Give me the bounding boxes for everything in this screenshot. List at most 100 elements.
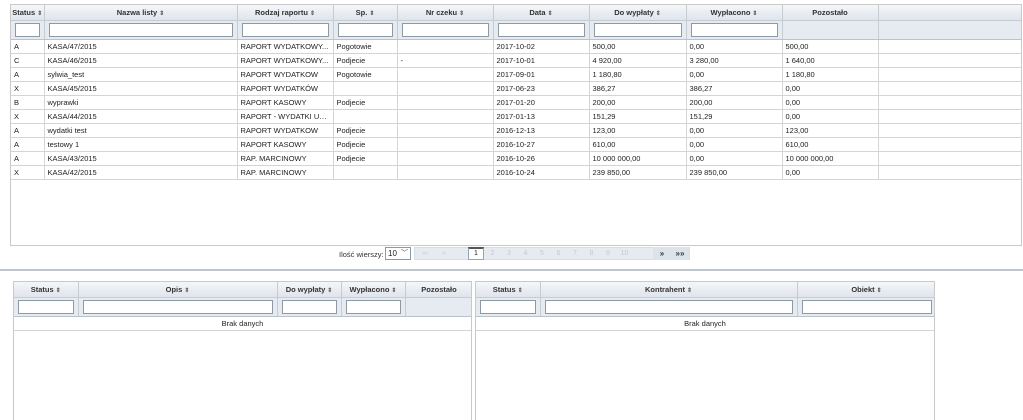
cell-sp: Podjecie: [333, 53, 398, 68]
page-number-7[interactable]: 7: [567, 247, 583, 260]
cell-nazwa-listy: KASA/42/2015: [44, 165, 238, 180]
cell-data: 2017-06-23: [493, 81, 590, 96]
prev-page-button[interactable]: «: [436, 247, 452, 260]
page-number-8[interactable]: 8: [584, 247, 600, 260]
column-header-do-wyplaty[interactable]: Do wypłaty ⇕: [589, 5, 687, 21]
column-header-label: Nr czeku: [425, 7, 458, 17]
table-row[interactable]: Bwyprawki RAPORT KASOWY Podjecie 2017-01-20…: [11, 95, 1021, 110]
column-header-label: Do wypłaty: [285, 284, 326, 294]
cell-wyplacono: 386,27: [686, 81, 783, 96]
table-row[interactable]: C KASA/46/2015 RAPORT WYDATKOWY... Podjecie…: [11, 53, 1021, 68]
sort-icon[interactable]: ⇕: [327, 288, 332, 294]
sort-icon[interactable]: ⇕: [391, 288, 396, 294]
filter-input-opis[interactable]: [82, 299, 273, 314]
cell-status: X: [11, 165, 45, 180]
cell-sp: Pogotowie: [333, 39, 398, 54]
column-header-status[interactable]: Status ⇕: [476, 282, 541, 298]
filter-input-wyplacono[interactable]: [345, 299, 401, 314]
filter-input-nr-czeku[interactable]: [401, 22, 489, 37]
sort-icon[interactable]: ⇕: [310, 11, 315, 17]
column-header-wyplacono[interactable]: Wypłacono ⇕: [341, 282, 406, 298]
filter-input-do-wyplaty[interactable]: [281, 299, 337, 314]
next-page-button[interactable]: »: [653, 247, 671, 260]
page-number-3[interactable]: 3: [501, 247, 517, 260]
sort-icon[interactable]: ⇕: [548, 11, 553, 17]
column-header-rodzaj-raportu[interactable]: Rodzaj raportu ⇕: [237, 5, 334, 21]
sort-icon[interactable]: ⇕: [37, 11, 42, 17]
cell-wyplacono: 239 850,00: [686, 165, 783, 180]
table-row[interactable]: X KASA/45/2015 RAPORT WYDATKÓW 2017-06-23 38…: [11, 81, 1021, 96]
column-header-label: Kontrahent: [644, 284, 685, 294]
cell-filler: [878, 67, 1021, 82]
filter-input-kontrahent[interactable]: [544, 299, 793, 314]
page-number-5[interactable]: 5: [534, 247, 550, 260]
table-row[interactable]: Atestowy 1 RAPORT KASOWY Podjecie 2016-10-2…: [11, 137, 1021, 152]
column-header-kontrahent[interactable]: Kontrahent ⇕: [540, 282, 798, 298]
column-header-sp[interactable]: Sp. ⇕: [333, 5, 398, 21]
cell-pozostalo: 610,00: [782, 137, 879, 152]
sort-icon[interactable]: ⇕: [159, 11, 164, 17]
page-number-4[interactable]: 4: [518, 247, 534, 260]
sort-icon[interactable]: ⇕: [369, 11, 374, 17]
filter-input-obiekt[interactable]: [801, 299, 932, 314]
page-number-2[interactable]: 2: [485, 247, 501, 260]
page-number-1[interactable]: 1: [468, 247, 484, 260]
filter-input-status[interactable]: [18, 299, 74, 314]
column-header-nr-czeku[interactable]: Nr czeku ⇕: [397, 5, 494, 21]
last-page-button[interactable]: »»: [671, 247, 689, 260]
rows-per-page-select[interactable]: 10 ﹀: [385, 247, 411, 260]
filter-input-data[interactable]: [497, 22, 585, 37]
sort-icon[interactable]: ⇕: [752, 11, 757, 17]
filter-input-rodzaj-raportu[interactable]: [241, 22, 329, 37]
filter-cell-status: [14, 297, 79, 317]
page-number-10[interactable]: 10: [617, 247, 633, 260]
cell-pozostalo: 1 180,80: [782, 67, 879, 82]
table-row[interactable]: X KASA/44/2015 RAPORT - WYDATKI UR... 2017-…: [11, 109, 1021, 124]
table-row[interactable]: X KASA/42/2015 RAP. MARCINOWY 2016-10-24 239…: [11, 165, 1021, 180]
filter-input-status[interactable]: [480, 299, 536, 314]
cell-nr-czeku: [397, 67, 494, 82]
column-header-obiekt[interactable]: Obiekt ⇕: [797, 282, 934, 298]
column-header-do-wyplaty[interactable]: Do wypłaty ⇕: [277, 282, 342, 298]
column-header-label: Nazwa listy: [116, 7, 158, 17]
sort-icon[interactable]: ⇕: [56, 288, 61, 294]
column-header-status[interactable]: Status ⇕: [11, 5, 45, 21]
page-number-9[interactable]: 9: [600, 247, 616, 260]
filter-input-wyplacono[interactable]: [690, 22, 778, 37]
sort-icon[interactable]: ⇕: [656, 11, 661, 17]
table-row[interactable]: A KASA/43/2015 RAP. MARCINOWY Podjecie 2016-…: [11, 151, 1021, 166]
table-row[interactable]: Asylwia_test RAPORT WYDATKOW Pogotowie 2017…: [11, 67, 1021, 82]
filter-cell-obiekt: [797, 297, 934, 317]
column-header-opis[interactable]: Opis ⇕: [78, 282, 278, 298]
cell-status: A: [11, 137, 45, 152]
sort-icon[interactable]: ⇕: [184, 288, 189, 294]
table-row[interactable]: A KASA/47/2015 RAPORT WYDATKOWY... Pogotowi…: [11, 39, 1021, 54]
page-number-6[interactable]: 6: [551, 247, 567, 260]
cell-pozostalo: 0,00: [782, 95, 879, 110]
contractors-empty-message: Brak danych: [476, 317, 934, 331]
filter-input-sp[interactable]: [337, 22, 393, 37]
filter-input-nazwa-listy[interactable]: [48, 22, 233, 37]
filter-input-status[interactable]: [15, 22, 40, 37]
table-row[interactable]: Awydatki test RAPORT WYDATKOW Podjecie 2016…: [11, 123, 1021, 138]
cell-pozostalo: 0,00: [782, 81, 879, 96]
column-header-label: Wypłacono: [349, 284, 390, 294]
sort-icon[interactable]: ⇕: [687, 288, 692, 294]
first-page-button[interactable]: «‹: [416, 247, 434, 260]
cell-status: C: [11, 53, 45, 68]
cell-nr-czeku: [397, 95, 494, 110]
cell-rodzaj-raportu: RAPORT WYDATKOW: [237, 67, 334, 82]
column-header-status[interactable]: Status ⇕: [14, 282, 79, 298]
filter-cell-pozostalo: [405, 297, 471, 317]
column-header-nazwa-listy[interactable]: Nazwa listy ⇕: [44, 5, 238, 21]
sort-icon[interactable]: ⇕: [518, 288, 523, 294]
cell-do-wyplaty: 1 180,80: [589, 67, 687, 82]
column-header-data[interactable]: Data ⇕: [493, 5, 590, 21]
sort-icon[interactable]: ⇕: [459, 11, 464, 17]
filter-input-do-wyplaty[interactable]: [593, 22, 682, 37]
sort-icon[interactable]: ⇕: [877, 288, 882, 294]
cell-filler: [878, 165, 1021, 180]
column-header-wyplacono[interactable]: Wypłacono ⇕: [686, 5, 783, 21]
details-panel: Status ⇕ Opis ⇕ Do wypłaty ⇕ Wypłacono ⇕ Pozosta…: [13, 281, 472, 420]
cell-nazwa-listy: wydatki test: [44, 123, 238, 138]
